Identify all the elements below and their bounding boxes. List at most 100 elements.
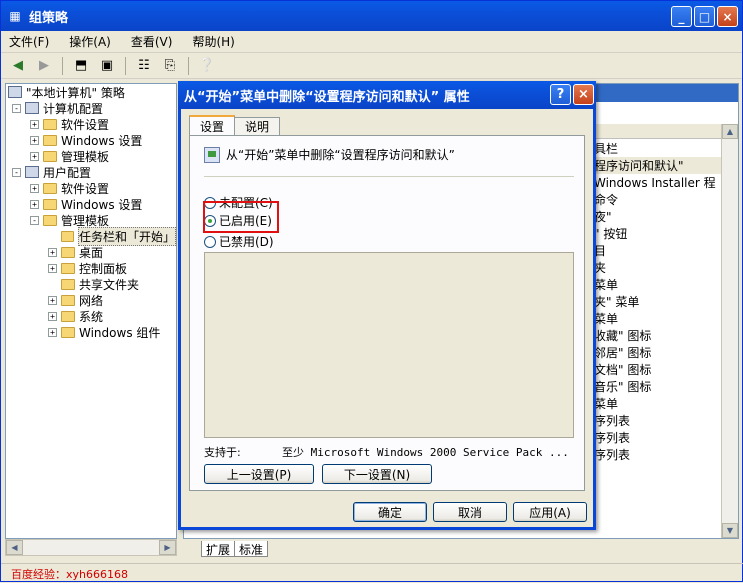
close-button[interactable]: × (717, 6, 738, 27)
column-header[interactable] (594, 124, 722, 139)
user-icon (25, 166, 39, 178)
show-hide-tree-icon[interactable]: ▣ (96, 56, 118, 76)
ok-button[interactable]: 确定 (353, 502, 427, 522)
tree-item-taskbar-start[interactable]: 任务栏和「开始」 (6, 226, 176, 246)
expand-icon[interactable]: + (30, 135, 39, 145)
list-item[interactable]: 音乐" 图标 (594, 378, 738, 395)
tree-horizontal-scrollbar[interactable]: ◀ ▶ (5, 539, 177, 556)
dialog-titlebar[interactable]: 从“开始”菜单中删除“设置程序访问和默认” 属性 ? × (178, 81, 596, 109)
list-item[interactable]: 夹" 菜单 (594, 293, 738, 310)
tree-item-windows-settings[interactable]: + Windows 设置 (6, 132, 176, 148)
back-arrow-icon[interactable]: ◀ (7, 56, 29, 76)
folder-icon (43, 198, 57, 210)
tree-item-software-settings[interactable]: + 软件设置 (6, 116, 176, 132)
tree-item-software-settings[interactable]: + 软件设置 (6, 180, 176, 196)
list-item[interactable]: 夜" (594, 208, 738, 225)
expand-icon[interactable]: + (30, 119, 39, 129)
radio-disabled[interactable]: 已禁用(D) (204, 233, 274, 250)
list-item[interactable]: 菜单 (594, 276, 738, 293)
help-icon[interactable]: ❔ (196, 56, 218, 76)
list-item[interactable]: 序列表 (594, 446, 738, 463)
menu-view[interactable]: 查看(V) (131, 33, 173, 50)
up-folder-icon[interactable]: ⬒ (70, 56, 92, 76)
cancel-button[interactable]: 取消 (433, 502, 507, 522)
apply-button[interactable]: 应用(A) (513, 502, 587, 522)
list-item[interactable]: 夹 (594, 259, 738, 276)
list-item[interactable]: Windows Installer 程 (594, 174, 738, 191)
collapse-icon[interactable]: - (12, 167, 21, 177)
collapse-icon[interactable]: - (30, 215, 39, 225)
radio-button[interactable] (204, 235, 216, 248)
properties-icon[interactable]: ☷ (133, 56, 155, 76)
expand-icon[interactable]: + (48, 247, 57, 257)
view-tabs: 扩展 标准 (201, 541, 269, 557)
tree-item-windows-components[interactable]: + Windows 组件 (6, 324, 176, 340)
next-setting-button[interactable]: 下一设置(N) (322, 464, 432, 484)
tree-item-system[interactable]: + 系统 (6, 308, 176, 324)
expand-icon[interactable]: + (48, 311, 57, 321)
menu-file[interactable]: 文件(F) (9, 33, 49, 50)
tree-item-shared-folders[interactable]: 共享文件夹 (6, 276, 176, 292)
scroll-right-icon[interactable]: ▶ (159, 540, 176, 555)
radio-label: 已禁用(D) (219, 235, 274, 249)
tab-standard[interactable]: 标准 (234, 541, 269, 557)
list-item[interactable]: 菜单 (594, 310, 738, 327)
menu-action[interactable]: 操作(A) (69, 33, 111, 50)
list-item[interactable]: 邻居" 图标 (594, 344, 738, 361)
tree-item-windows-settings[interactable]: + Windows 设置 (6, 196, 176, 212)
scroll-down-icon[interactable]: ▼ (722, 523, 738, 538)
tree-item-label: 用户配置 (43, 165, 92, 180)
tree-item-label: Windows 设置 (61, 133, 143, 148)
export-list-icon[interactable]: ⎘ (159, 56, 181, 76)
forward-arrow-icon[interactable]: ▶ (33, 56, 55, 76)
list-item[interactable]: 目 (594, 242, 738, 259)
highlight-box (203, 201, 279, 233)
tab-settings[interactable]: 设置 (189, 115, 236, 135)
list-item[interactable]: 菜单 (594, 395, 738, 412)
tree-item-desktop[interactable]: + 桌面 (6, 244, 176, 260)
tree-item-user-config[interactable]: - 用户配置 (6, 164, 176, 180)
list-item[interactable]: 序列表 (594, 429, 738, 446)
tab-explain[interactable]: 说明 (234, 117, 281, 135)
details-vertical-scrollbar[interactable]: ▲ ▼ (721, 124, 738, 538)
list-item[interactable]: 收藏" 图标 (594, 327, 738, 344)
folder-icon (43, 150, 57, 162)
folder-icon (43, 182, 57, 194)
expand-icon[interactable]: + (30, 199, 39, 209)
tree-item-label: "本地计算机" 策略 (26, 85, 125, 100)
list-item[interactable]: 序列表 (594, 412, 738, 429)
help-button[interactable]: ? (550, 84, 571, 105)
folder-icon (61, 262, 75, 274)
status-text: 百度经验：xyh666168 (11, 567, 128, 581)
folder-icon (43, 134, 57, 146)
list-item[interactable]: " 按钮 (594, 225, 738, 242)
list-item[interactable]: 命令 (594, 191, 738, 208)
list-item[interactable]: 程序访问和默认" (594, 157, 738, 174)
policy-properties-dialog: 从“开始”菜单中删除“设置程序访问和默认” 属性 ? × 设置 说明 从“开始”… (178, 81, 596, 530)
expand-icon[interactable]: + (48, 263, 57, 273)
tree-item-computer-config[interactable]: - 计算机配置 (6, 100, 176, 116)
main-titlebar[interactable]: ▦ 组策略 _ □ × (1, 1, 742, 31)
expand-icon[interactable]: + (30, 183, 39, 193)
toolbar-separator (62, 56, 63, 75)
tree-item-local-policy[interactable]: "本地计算机" 策略 (6, 84, 176, 100)
scroll-left-icon[interactable]: ◀ (6, 540, 23, 555)
previous-setting-button[interactable]: 上一设置(P) (204, 464, 314, 484)
expand-icon[interactable]: + (30, 151, 39, 161)
divider (204, 176, 574, 177)
collapse-icon[interactable]: - (12, 103, 21, 113)
maximize-button[interactable]: □ (694, 6, 715, 27)
expand-icon[interactable]: + (48, 327, 57, 337)
list-item[interactable]: 文档" 图标 (594, 361, 738, 378)
tree-item-admin-templates[interactable]: + 管理模板 (6, 148, 176, 164)
scroll-up-icon[interactable]: ▲ (722, 124, 738, 139)
tab-extended[interactable]: 扩展 (201, 541, 236, 557)
list-item[interactable]: 具栏 (594, 140, 738, 157)
minimize-button[interactable]: _ (671, 6, 692, 27)
dialog-close-button[interactable]: × (573, 84, 594, 105)
menu-help[interactable]: 帮助(H) (192, 33, 234, 50)
tree-item-network[interactable]: + 网络 (6, 292, 176, 308)
expand-icon[interactable]: + (48, 295, 57, 305)
tree-item-control-panel[interactable]: + 控制面板 (6, 260, 176, 276)
tree-item-label: 管理模板 (61, 149, 110, 164)
